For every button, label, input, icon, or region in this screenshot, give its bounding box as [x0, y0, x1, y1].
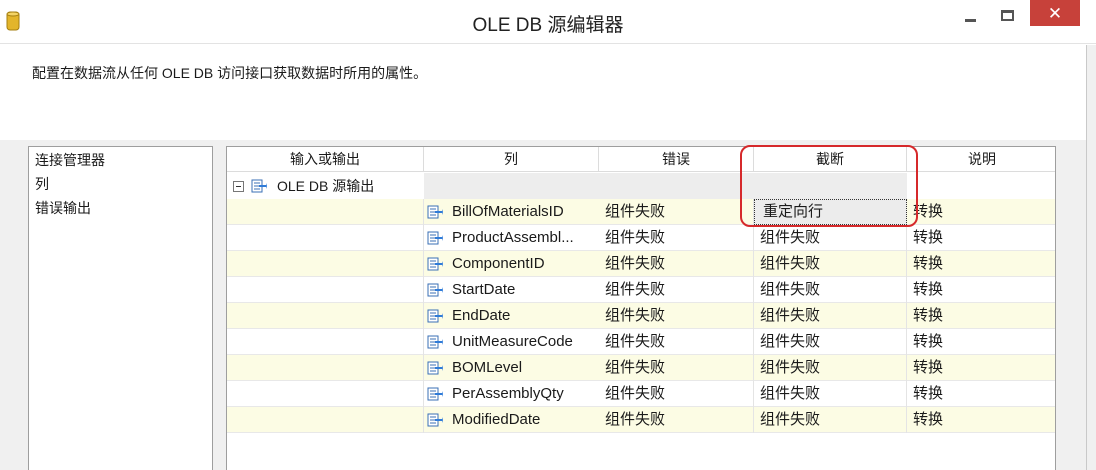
- nav-item-connection-manager[interactable]: 连接管理器: [35, 149, 105, 171]
- description-cell: 转换: [913, 307, 944, 324]
- table-row[interactable]: EndDate 组件失败 组件失败 转换: [227, 303, 1055, 329]
- truncation-cell[interactable]: 组件失败: [754, 329, 907, 355]
- description-cell: 转换: [913, 333, 944, 350]
- column-name: EndDate: [452, 307, 511, 324]
- close-icon: ✕: [1047, 3, 1063, 23]
- column-icon: [427, 361, 443, 375]
- truncation-cell[interactable]: 组件失败: [754, 225, 907, 251]
- column-name: BillOfMaterialsID: [452, 203, 564, 220]
- red-highlight-box: [740, 145, 918, 227]
- error-cell[interactable]: 组件失败: [599, 329, 754, 355]
- column-name: UnitMeasureCode: [452, 333, 573, 350]
- table-row[interactable]: BillOfMaterialsID 组件失败 转换: [227, 199, 1055, 225]
- error-output-grid: 输入或输出 列 错误 截断 说明 OLE DB 源输出 BillOfMateri…: [226, 146, 1056, 470]
- truncation-cell[interactable]: 组件失败: [754, 251, 907, 277]
- output-parent-row[interactable]: OLE DB 源输出: [227, 173, 1055, 199]
- column-icon: [427, 283, 443, 297]
- error-cell[interactable]: 组件失败: [599, 381, 754, 407]
- error-cell[interactable]: 组件失败: [599, 225, 754, 251]
- truncation-cell[interactable]: 组件失败: [754, 381, 907, 407]
- nav-item-columns[interactable]: 列: [35, 173, 49, 195]
- column-icon: [427, 309, 443, 323]
- io-cell: [227, 251, 424, 277]
- description-cell: 转换: [913, 255, 944, 272]
- table-row[interactable]: BOMLevel 组件失败 组件失败 转换: [227, 355, 1055, 381]
- column-name: PerAssemblyQty: [452, 385, 564, 402]
- description-cell: 转换: [913, 281, 944, 298]
- error-cell[interactable]: 组件失败: [599, 355, 754, 381]
- column-name: BOMLevel: [452, 359, 523, 376]
- column-icon: [427, 413, 443, 427]
- output-icon: [251, 179, 267, 193]
- table-row[interactable]: ProductAssembl... 组件失败 组件失败 转换: [227, 225, 1055, 251]
- error-cell[interactable]: 组件失败: [599, 251, 754, 277]
- header-error[interactable]: 错误: [599, 147, 754, 172]
- minimize-button[interactable]: [955, 0, 985, 30]
- description-cell: 转换: [913, 411, 944, 428]
- io-cell: [227, 407, 424, 433]
- description-cell: 转换: [913, 385, 944, 402]
- minimize-icon: [964, 18, 976, 22]
- window-edge: [1086, 45, 1096, 470]
- truncation-cell[interactable]: 组件失败: [754, 303, 907, 329]
- header-description[interactable]: 说明: [907, 147, 1055, 172]
- nav-item-error-output[interactable]: 错误输出: [35, 197, 91, 219]
- table-row[interactable]: ModifiedDate 组件失败 组件失败 转换: [227, 407, 1055, 433]
- header-column[interactable]: 列: [424, 147, 599, 172]
- table-row[interactable]: StartDate 组件失败 组件失败 转换: [227, 277, 1055, 303]
- error-cell[interactable]: 组件失败: [599, 303, 754, 329]
- description-cell: 转换: [913, 203, 944, 220]
- dialog-description: 配置在数据流从任何 OLE DB 访问接口获取数据时所用的属性。: [32, 65, 428, 81]
- header-io[interactable]: 输入或输出: [227, 147, 424, 172]
- maximize-icon: [1000, 9, 1014, 21]
- header-area: [0, 45, 1086, 140]
- grid-header: 输入或输出 列 错误 截断 说明: [227, 147, 1055, 172]
- io-cell: [227, 329, 424, 355]
- truncation-cell[interactable]: 组件失败: [754, 277, 907, 303]
- close-button[interactable]: ✕: [1030, 0, 1080, 26]
- output-parent-label: OLE DB 源输出: [277, 178, 375, 194]
- collapse-icon[interactable]: [233, 181, 244, 192]
- error-cell[interactable]: 组件失败: [599, 277, 754, 303]
- io-cell: [227, 303, 424, 329]
- io-cell: [227, 381, 424, 407]
- column-icon: [427, 205, 443, 219]
- table-row[interactable]: PerAssemblyQty 组件失败 组件失败 转换: [227, 381, 1055, 407]
- io-cell: [227, 199, 424, 225]
- io-cell: [227, 225, 424, 251]
- column-icon: [427, 231, 443, 245]
- io-cell: [227, 277, 424, 303]
- table-row[interactable]: UnitMeasureCode 组件失败 组件失败 转换: [227, 329, 1055, 355]
- error-cell[interactable]: 组件失败: [599, 407, 754, 433]
- error-cell[interactable]: 组件失败: [599, 199, 754, 225]
- description-cell: 转换: [913, 229, 944, 246]
- column-icon: [427, 387, 443, 401]
- nav-panel: 连接管理器 列 错误输出: [28, 146, 213, 470]
- column-name: ProductAssembl...: [452, 229, 574, 246]
- column-icon: [427, 335, 443, 349]
- column-name: ComponentID: [452, 255, 545, 272]
- column-name: StartDate: [452, 281, 516, 298]
- io-cell: [227, 355, 424, 381]
- window-title: OLE DB 源编辑器: [472, 15, 624, 36]
- truncation-cell[interactable]: 组件失败: [754, 355, 907, 381]
- description-cell: 转换: [913, 359, 944, 376]
- maximize-button[interactable]: [992, 0, 1022, 30]
- column-name: ModifiedDate: [452, 411, 541, 428]
- table-row[interactable]: ComponentID 组件失败 组件失败 转换: [227, 251, 1055, 277]
- truncation-cell[interactable]: 组件失败: [754, 407, 907, 433]
- column-icon: [427, 257, 443, 271]
- title-bar: OLE DB 源编辑器 ✕: [0, 0, 1096, 44]
